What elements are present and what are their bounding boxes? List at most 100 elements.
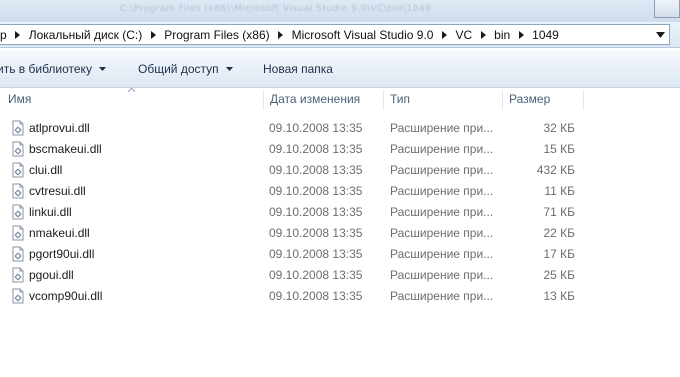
file-type: Расширение при... [390, 288, 494, 303]
new-folder-button[interactable]: Новая папка [263, 62, 333, 76]
dll-file-icon [12, 204, 24, 219]
chevron-down-icon [98, 67, 106, 71]
file-name: vcomp90ui.dll [29, 288, 103, 303]
breadcrumb-separator-icon[interactable] [476, 25, 490, 44]
column-header-type-label: Тип [390, 92, 411, 106]
address-breadcrumb[interactable]: р Локальный диск (C:) Program Files (x86… [0, 24, 670, 45]
file-row[interactable]: cvtresui.dll 09.10.2008 13:35 Расширение… [0, 180, 680, 201]
column-headers: Имя Дата изменения Тип Размер [0, 88, 680, 110]
column-header-date[interactable]: Дата изменения [264, 88, 383, 110]
file-row[interactable]: nmakeui.dll 09.10.2008 13:35 Расширение … [0, 222, 680, 243]
file-row[interactable]: linkui.dll 09.10.2008 13:35 Расширение п… [0, 201, 680, 222]
file-type: Расширение при... [390, 225, 494, 240]
dll-file-icon [12, 288, 24, 303]
file-name-cell[interactable]: pgort90ui.dll [11, 243, 94, 264]
file-size: 25 КБ [543, 267, 575, 282]
address-dropdown-icon[interactable] [656, 32, 665, 38]
breadcrumb-separator-icon[interactable] [437, 25, 451, 44]
minimize-button[interactable] [654, 0, 680, 18]
file-date: 09.10.2008 13:35 [269, 162, 363, 177]
breadcrumb-label: Microsoft Visual Studio 9.0 [291, 27, 434, 42]
breadcrumb-item[interactable]: Program Files (x86) [160, 25, 287, 44]
column-header-date-label: Дата изменения [270, 92, 361, 106]
dll-file-icon [12, 267, 24, 282]
file-date: 09.10.2008 13:35 [269, 204, 363, 219]
address-bar: р Локальный диск (C:) Program Files (x86… [0, 22, 680, 48]
dll-file-icon [12, 120, 24, 135]
dll-file-icon [12, 246, 24, 261]
file-name: nmakeui.dll [29, 225, 90, 240]
breadcrumb-label: 1049 [532, 27, 559, 42]
column-header-type[interactable]: Тип [384, 88, 502, 110]
file-name-cell[interactable]: linkui.dll [11, 201, 72, 222]
column-header-name[interactable]: Имя [2, 88, 263, 110]
breadcrumb-label: р [0, 27, 7, 42]
file-type: Расширение при... [390, 183, 494, 198]
command-toolbar: ить в библиотеку Общий доступ Новая папк… [0, 50, 680, 88]
file-name: cvtresui.dll [29, 183, 86, 198]
add-to-library-label: ить в библиотеку [0, 62, 92, 76]
file-type: Расширение при... [390, 204, 494, 219]
column-header-size-label: Размер [509, 92, 551, 106]
file-date: 09.10.2008 13:35 [269, 267, 363, 282]
file-row[interactable]: pgoui.dll 09.10.2008 13:35 Расширение пр… [0, 264, 680, 285]
breadcrumb-item[interactable]: bin [490, 25, 528, 44]
file-size: 15 КБ [543, 141, 575, 156]
file-name-cell[interactable]: cvtresui.dll [11, 180, 86, 201]
dll-file-icon [12, 162, 24, 177]
file-name: linkui.dll [29, 204, 72, 219]
breadcrumb-separator-icon[interactable] [146, 25, 160, 44]
file-size: 71 КБ [543, 204, 575, 219]
file-row[interactable]: clui.dll 09.10.2008 13:35 Расширение при… [0, 159, 680, 180]
breadcrumb-item[interactable]: 1049 [528, 25, 563, 44]
file-row[interactable]: bscmakeui.dll 09.10.2008 13:35 Расширени… [0, 138, 680, 159]
file-name-cell[interactable]: pgoui.dll [11, 264, 74, 285]
file-type: Расширение при... [390, 246, 494, 261]
breadcrumb-item[interactable]: Microsoft Visual Studio 9.0 [288, 25, 452, 44]
file-size: 432 КБ [536, 162, 575, 177]
file-name-cell[interactable]: vcomp90ui.dll [11, 285, 102, 306]
share-button[interactable]: Общий доступ [138, 62, 233, 76]
file-name-cell[interactable]: nmakeui.dll [11, 222, 90, 243]
breadcrumb-item[interactable]: р [0, 25, 25, 44]
column-divider[interactable] [583, 90, 584, 110]
breadcrumb-label: VC [455, 27, 473, 42]
file-name-cell[interactable]: clui.dll [11, 159, 62, 180]
column-header-name-label: Имя [8, 92, 32, 106]
breadcrumb-label: Локальный диск (C:) [28, 27, 143, 42]
file-name-cell[interactable]: atlprovui.dll [11, 117, 90, 138]
breadcrumb-separator-icon[interactable] [11, 25, 25, 44]
file-name-cell[interactable]: bscmakeui.dll [11, 138, 102, 159]
add-to-library-button[interactable]: ить в библиотеку [0, 62, 106, 76]
file-size: 17 КБ [543, 246, 575, 261]
file-date: 09.10.2008 13:35 [269, 246, 363, 261]
column-header-size[interactable]: Размер [503, 88, 583, 110]
file-date: 09.10.2008 13:35 [269, 120, 363, 135]
file-type: Расширение при... [390, 267, 494, 282]
file-size: 32 КБ [543, 120, 575, 135]
breadcrumb-separator-icon[interactable] [274, 25, 288, 44]
breadcrumb-item[interactable]: Локальный диск (C:) [25, 25, 161, 44]
dll-file-icon [12, 225, 24, 240]
file-type: Расширение при... [390, 141, 494, 156]
file-name: clui.dll [29, 162, 63, 177]
file-row[interactable]: atlprovui.dll 09.10.2008 13:35 Расширени… [0, 117, 680, 138]
file-type: Расширение при... [390, 120, 494, 135]
breadcrumb-item[interactable]: VC [451, 25, 490, 44]
file-name: pgoui.dll [29, 267, 74, 282]
chevron-down-icon [225, 67, 233, 71]
file-row[interactable]: vcomp90ui.dll 09.10.2008 13:35 Расширени… [0, 285, 680, 306]
breadcrumb-separator-icon[interactable] [514, 25, 528, 44]
file-size: 22 КБ [543, 225, 575, 240]
file-name: atlprovui.dll [29, 120, 90, 135]
file-size: 11 КБ [544, 183, 575, 198]
file-row[interactable]: pgort90ui.dll 09.10.2008 13:35 Расширени… [0, 243, 680, 264]
file-date: 09.10.2008 13:35 [269, 288, 363, 303]
share-label: Общий доступ [138, 62, 219, 76]
breadcrumb-label: bin [494, 27, 511, 42]
file-date: 09.10.2008 13:35 [269, 225, 363, 240]
title-bar: C:\Program Files (x86)\Microsoft Visual … [0, 0, 680, 22]
dll-file-icon [12, 183, 24, 198]
breadcrumb-label: Program Files (x86) [164, 27, 270, 42]
dll-file-icon [12, 141, 24, 156]
